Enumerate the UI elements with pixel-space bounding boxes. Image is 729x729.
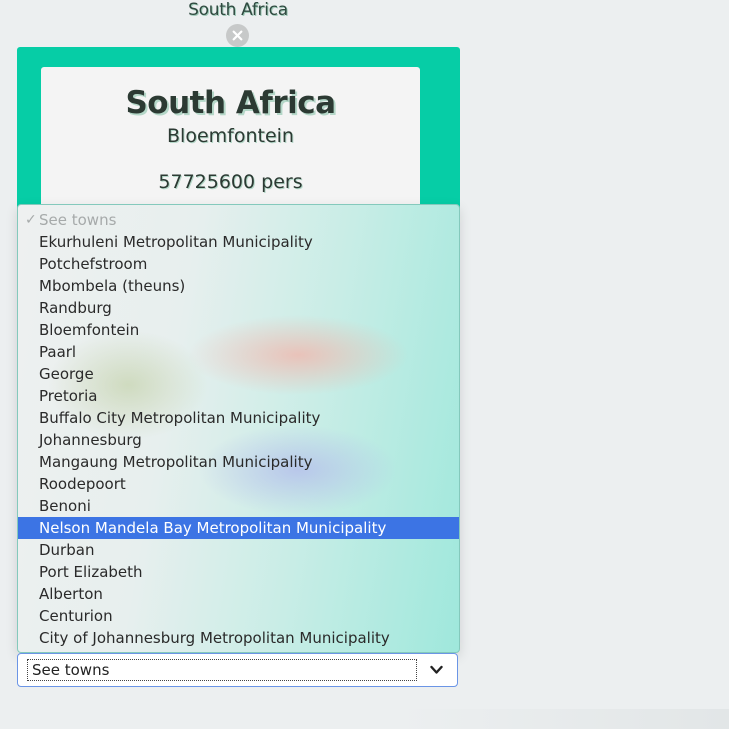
chevron-down-icon <box>430 665 443 674</box>
town-option[interactable]: Randburg <box>18 297 459 319</box>
window-shadow <box>399 709 729 729</box>
option-placeholder[interactable]: ✓ See towns <box>18 209 459 231</box>
town-option[interactable]: City of Johannesburg Metropolitan Munici… <box>18 627 459 649</box>
capital-name: Bloemfontein <box>167 125 294 147</box>
town-option-label: Mbombela (theuns) <box>39 277 186 295</box>
close-icon <box>232 30 243 41</box>
town-option-label: City of Johannesburg Metropolitan Munici… <box>39 629 390 647</box>
town-option[interactable]: Roodepoort <box>18 473 459 495</box>
town-option[interactable]: George <box>18 363 459 385</box>
town-option-label: Potchefstroom <box>39 255 148 273</box>
town-option-label: Bloemfontein <box>39 321 140 339</box>
town-option[interactable]: Pretoria <box>18 385 459 407</box>
town-option[interactable]: Potchefstroom <box>18 253 459 275</box>
checkmark-icon: ✓ <box>25 212 37 228</box>
town-option-label: Roodepoort <box>39 475 126 493</box>
towns-select-value: See towns <box>27 659 417 681</box>
town-option[interactable]: Nelson Mandela Bay Metropolitan Municipa… <box>18 517 459 539</box>
country-name: South Africa <box>125 85 336 121</box>
town-option[interactable]: Centurion <box>18 605 459 627</box>
town-option-label: Alberton <box>39 585 103 603</box>
town-option[interactable]: Durban <box>18 539 459 561</box>
town-option-label: See towns <box>39 211 117 229</box>
country-card: South Africa Bloemfontein 57725600 pers <box>17 47 460 227</box>
town-option[interactable]: Benoni <box>18 495 459 517</box>
town-option-label: Buffalo City Metropolitan Municipality <box>39 409 321 427</box>
town-option-label: George <box>39 365 94 383</box>
town-option-label: Benoni <box>39 497 91 515</box>
town-option-label: Nelson Mandela Bay Metropolitan Municipa… <box>39 519 387 537</box>
town-option[interactable]: Port Elizabeth <box>18 561 459 583</box>
town-option[interactable]: Paarl <box>18 341 459 363</box>
town-option-label: Paarl <box>39 343 77 361</box>
town-option-label: Mangaung Metropolitan Municipality <box>39 453 313 471</box>
close-button[interactable] <box>226 24 249 47</box>
town-option-label: Pretoria <box>39 387 98 405</box>
town-option-label: Ekurhuleni Metropolitan Municipality <box>39 233 313 251</box>
town-option-label: Centurion <box>39 607 113 625</box>
country-card-body: South Africa Bloemfontein 57725600 pers <box>41 67 420 227</box>
town-option-label: Durban <box>39 541 95 559</box>
town-option[interactable]: Mangaung Metropolitan Municipality <box>18 451 459 473</box>
town-option[interactable]: Buffalo City Metropolitan Municipality <box>18 407 459 429</box>
town-option-label: Johannesburg <box>39 431 142 449</box>
towns-dropdown-list[interactable]: ✓ See towns Ekurhuleni Metropolitan Munici… <box>17 204 460 653</box>
towns-select[interactable]: See towns <box>17 653 458 687</box>
town-option[interactable]: Johannesburg <box>18 429 459 451</box>
town-option[interactable]: Alberton <box>18 583 459 605</box>
town-option-label: Randburg <box>39 299 112 317</box>
population: 57725600 pers <box>158 171 303 193</box>
page-title: South Africa <box>188 0 288 20</box>
town-option[interactable]: Mbombela (theuns) <box>18 275 459 297</box>
town-option[interactable]: Ekurhuleni Metropolitan Municipality <box>18 231 459 253</box>
town-option[interactable]: Bloemfontein <box>18 319 459 341</box>
towns-list: ✓ See towns Ekurhuleni Metropolitan Munici… <box>18 205 459 649</box>
town-option-label: Port Elizabeth <box>39 563 143 581</box>
